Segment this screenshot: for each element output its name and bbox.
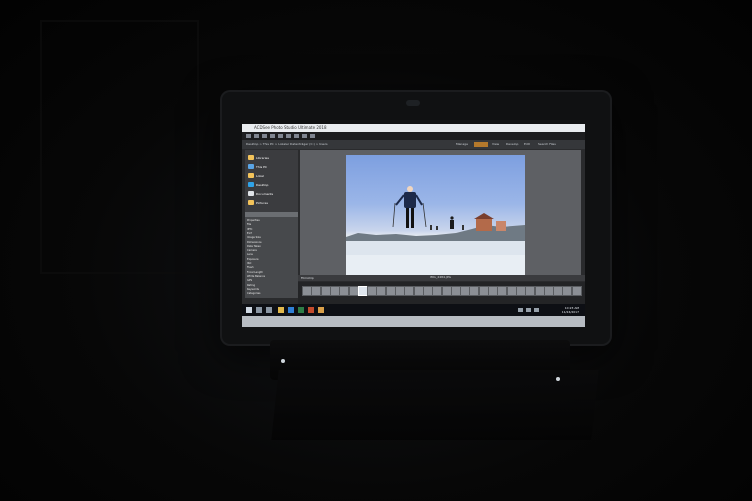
menu-bar[interactable]	[242, 132, 585, 140]
excel-icon[interactable]	[298, 307, 304, 313]
breadcrumb[interactable]: Desktop > This PC > Lokaler Datenträger …	[246, 140, 328, 149]
start-icon[interactable]	[246, 307, 252, 313]
main-toolbar: Desktop > This PC > Lokaler Datenträger …	[242, 140, 585, 149]
mode-edit[interactable]: Edit	[524, 140, 530, 149]
document-icon	[248, 191, 254, 196]
property-row[interactable]: Categories	[247, 292, 296, 296]
home-icon[interactable]	[278, 134, 283, 138]
computer-icon	[248, 164, 254, 169]
folder-documents[interactable]: Documents	[247, 190, 295, 198]
indicator-light	[556, 377, 560, 381]
edge-icon[interactable]	[288, 307, 294, 313]
file-explorer-icon[interactable]	[278, 307, 284, 313]
desktop-icon	[248, 182, 254, 187]
search-field[interactable]: Search Files	[538, 140, 556, 149]
back-icon[interactable]	[246, 134, 251, 138]
mode-photos-active[interactable]	[474, 142, 488, 147]
folder-desktop[interactable]: Desktop	[247, 181, 295, 189]
system-clock[interactable]: 10:23 AM 11/24/2017	[562, 306, 579, 314]
batch-icon[interactable]	[294, 134, 299, 138]
window-title: ACDSee Photo Studio Ultimate 2018	[254, 125, 327, 130]
folder-icon	[248, 155, 254, 160]
skating-scene	[346, 186, 525, 277]
screen-bottom-edge	[242, 316, 585, 327]
network-icon[interactable]	[518, 308, 523, 312]
folder-lokal[interactable]: Lokal	[247, 172, 295, 180]
preview-photo[interactable]	[346, 155, 525, 277]
slideshow-icon[interactable]	[302, 134, 307, 138]
properties-panel-header	[245, 212, 298, 217]
forward-icon[interactable]	[254, 134, 259, 138]
search-icon[interactable]	[256, 307, 262, 313]
acdsee-icon[interactable]	[318, 307, 324, 313]
filmstrip	[298, 282, 585, 304]
battery-icon[interactable]	[534, 308, 539, 312]
wall-frame	[40, 20, 199, 274]
screen: ACDSee Photo Studio Ultimate 2018 Deskto…	[242, 124, 585, 327]
folder-icon	[248, 173, 254, 178]
settings-icon[interactable]	[310, 134, 315, 138]
mode-manage[interactable]: Manage	[456, 140, 468, 149]
volume-icon[interactable]	[526, 308, 531, 312]
powerpoint-icon[interactable]	[308, 307, 314, 313]
image-viewer	[300, 150, 581, 277]
window-titlebar: ACDSee Photo Studio Ultimate 2018	[242, 124, 585, 132]
up-icon[interactable]	[262, 134, 267, 138]
folder-pictures[interactable]: Pictures	[247, 199, 295, 207]
clock-date: 11/24/2017	[561, 310, 579, 314]
task-view-icon[interactable]	[266, 307, 272, 313]
filename-label: IMG_2484.JPG	[430, 275, 451, 279]
folder-libraries[interactable]: Libraries	[247, 154, 295, 162]
properties-panel: Properties File IPTC Exif Image Size Dimensio…	[245, 212, 298, 298]
mode-develop[interactable]: Develop	[506, 140, 518, 149]
windows-taskbar: 10:23 AM 11/24/2017	[242, 304, 585, 316]
folder-this-pc[interactable]: This PC	[247, 163, 295, 171]
folder-icon	[248, 200, 254, 205]
keyboard	[271, 370, 599, 440]
mode-view[interactable]: View	[492, 140, 499, 149]
refresh-icon[interactable]	[270, 134, 275, 138]
webcam	[406, 100, 420, 106]
filmstrip-thumbnail[interactable]	[571, 286, 582, 296]
import-icon[interactable]	[286, 134, 291, 138]
indicator-light	[281, 359, 285, 363]
